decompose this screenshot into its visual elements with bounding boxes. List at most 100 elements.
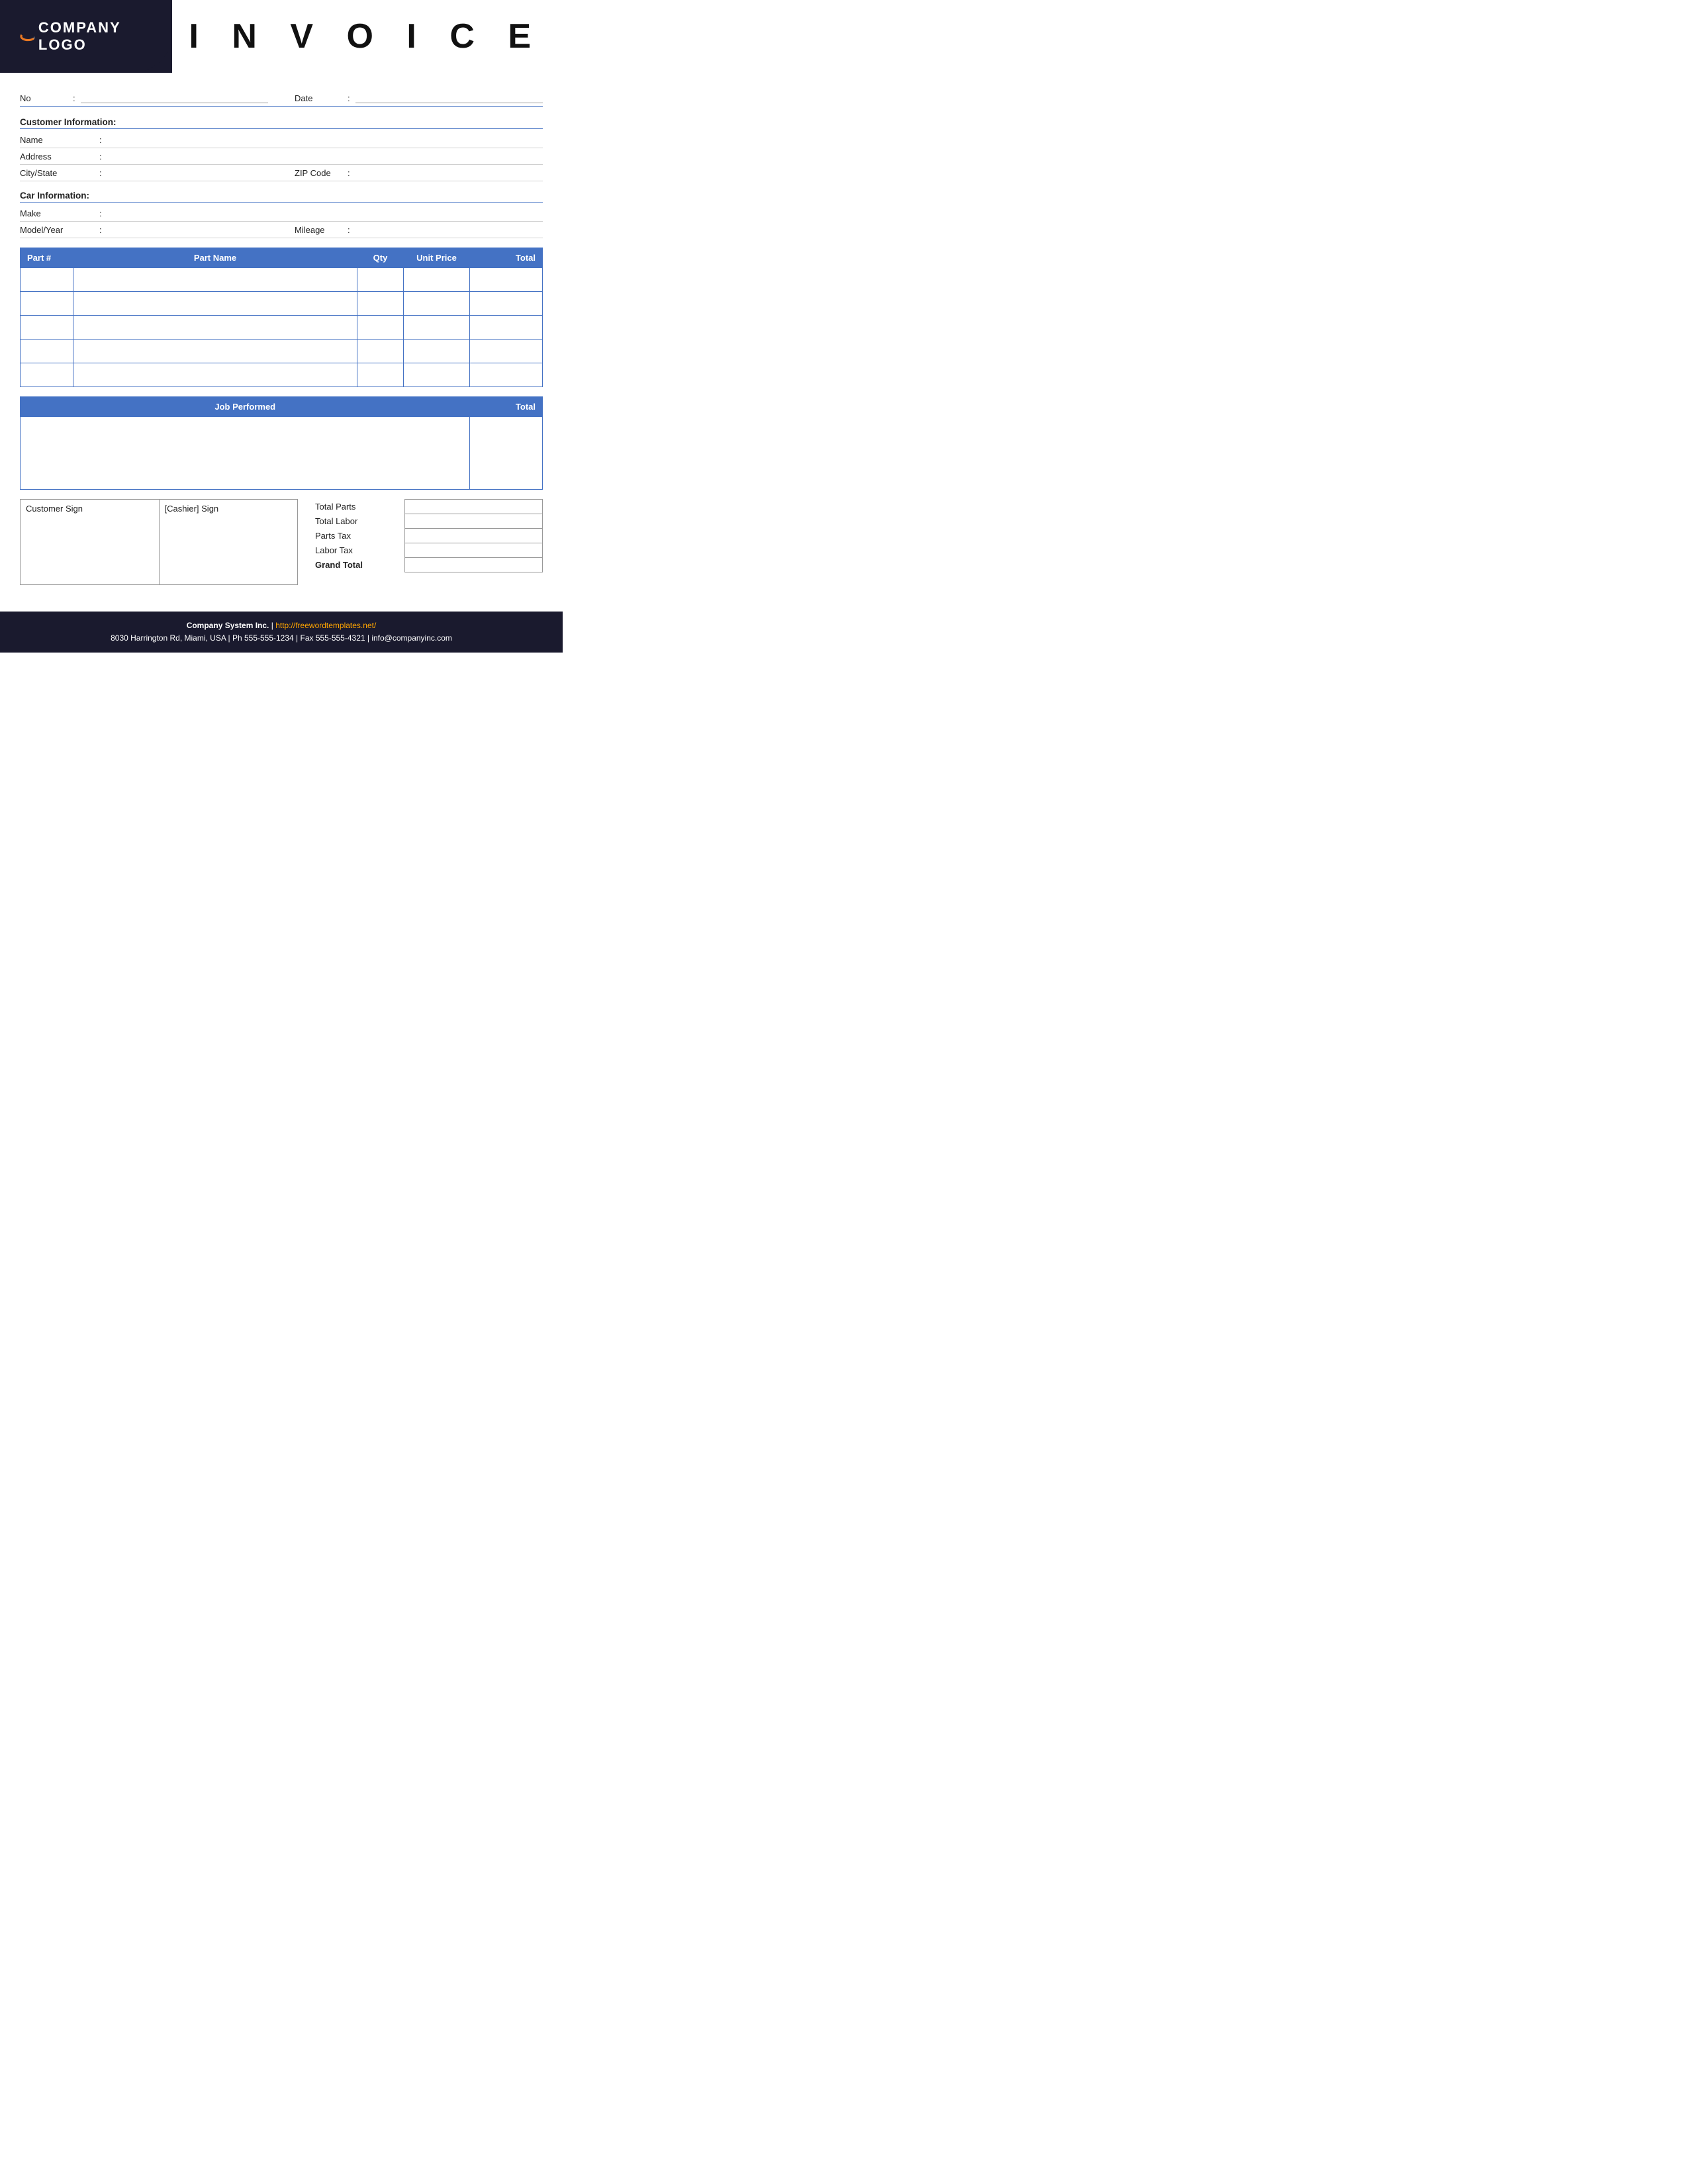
- car-model-mileage-row: Model/Year : Mileage :: [20, 222, 543, 238]
- parts-qty-3[interactable]: [357, 316, 404, 340]
- parts-table: Part # Part Name Qty Unit Price Total: [20, 248, 543, 387]
- footer-line-2: 8030 Harrington Rd, Miami, USA | Ph 555-…: [13, 632, 549, 645]
- customer-name-row: Name :: [20, 132, 543, 148]
- car-info-section: Car Information: Make : Model/Year : Mil…: [20, 191, 543, 238]
- job-header-total: Total: [470, 397, 543, 417]
- main-content: No : Date : Customer Information: Name :…: [0, 73, 563, 592]
- logo-area: COMPANY LOGO: [0, 0, 172, 73]
- job-total-cell[interactable]: [470, 417, 543, 490]
- parts-partname-3[interactable]: [73, 316, 357, 340]
- customer-name-colon: :: [99, 135, 102, 145]
- car-make-row: Make :: [20, 205, 543, 222]
- job-header-job: Job Performed: [21, 397, 470, 417]
- parts-qty-2[interactable]: [357, 292, 404, 316]
- customer-zip-group: ZIP Code :: [295, 165, 543, 181]
- car-mileage-colon: :: [348, 225, 350, 235]
- customer-zip-label: ZIP Code: [295, 168, 348, 178]
- customer-sign-box: Customer Sign: [20, 499, 159, 585]
- parts-total-2[interactable]: [470, 292, 543, 316]
- no-value-line[interactable]: [81, 93, 268, 103]
- parts-qty-4[interactable]: [357, 340, 404, 363]
- job-description-cell[interactable]: [21, 417, 470, 490]
- parts-partnum-2[interactable]: [21, 292, 73, 316]
- customer-zip-value[interactable]: [355, 167, 543, 178]
- parts-total-4[interactable]: [470, 340, 543, 363]
- car-model-value[interactable]: [107, 224, 268, 235]
- customer-name-label: Name: [20, 135, 99, 145]
- customer-city-value[interactable]: [107, 167, 268, 178]
- date-field-group: Date :: [295, 93, 543, 103]
- labor-tax-label: Labor Tax: [311, 543, 405, 558]
- sign-boxes-container: Customer Sign [Cashier] Sign: [20, 499, 298, 585]
- cashier-sign-box: [Cashier] Sign: [159, 499, 299, 585]
- total-labor-value[interactable]: [405, 514, 543, 529]
- company-logo: COMPANY LOGO: [13, 19, 159, 54]
- total-labor-row: Total Labor: [311, 514, 543, 529]
- parts-tax-value[interactable]: [405, 529, 543, 543]
- car-model-colon: :: [99, 225, 102, 235]
- customer-address-row: Address :: [20, 148, 543, 165]
- date-value-line[interactable]: [355, 93, 543, 103]
- parts-table-header-row: Part # Part Name Qty Unit Price Total: [21, 248, 543, 268]
- parts-partnum-3[interactable]: [21, 316, 73, 340]
- parts-partnum-5[interactable]: [21, 363, 73, 387]
- footer-company-name: Company System Inc.: [187, 621, 269, 630]
- parts-unitprice-2[interactable]: [404, 292, 470, 316]
- labor-tax-value[interactable]: [405, 543, 543, 558]
- parts-header-partname: Part Name: [73, 248, 357, 268]
- parts-partname-5[interactable]: [73, 363, 357, 387]
- customer-name-value[interactable]: [107, 134, 543, 145]
- parts-partnum-4[interactable]: [21, 340, 73, 363]
- page-footer: Company System Inc. | http://freewordtem…: [0, 612, 563, 653]
- parts-total-3[interactable]: [470, 316, 543, 340]
- parts-qty-1[interactable]: [357, 268, 404, 292]
- car-mileage-value[interactable]: [355, 224, 543, 235]
- footer-website-link[interactable]: http://freewordtemplates.net/: [275, 621, 376, 630]
- parts-qty-5[interactable]: [357, 363, 404, 387]
- car-model-group: Model/Year :: [20, 222, 268, 238]
- car-make-colon: :: [99, 208, 102, 218]
- page-header: COMPANY LOGO I N V O I C E: [0, 0, 563, 73]
- car-info-title: Car Information:: [20, 191, 543, 203]
- labor-tax-row: Labor Tax: [311, 543, 543, 558]
- grand-total-label: Grand Total: [311, 558, 405, 572]
- customer-sign-label: Customer Sign: [26, 504, 83, 514]
- parts-total-5[interactable]: [470, 363, 543, 387]
- no-colon: :: [73, 93, 75, 103]
- job-table: Job Performed Total: [20, 396, 543, 490]
- parts-partname-4[interactable]: [73, 340, 357, 363]
- parts-total-1[interactable]: [470, 268, 543, 292]
- cashier-sign-label: [Cashier] Sign: [165, 504, 219, 514]
- parts-partnum-1[interactable]: [21, 268, 73, 292]
- parts-tax-row: Parts Tax: [311, 529, 543, 543]
- customer-city-zip-row: City/State : ZIP Code :: [20, 165, 543, 181]
- grand-total-value[interactable]: [405, 558, 543, 572]
- table-row: [21, 340, 543, 363]
- totals-area: Total Parts Total Labor Parts Tax Labor …: [311, 499, 543, 572]
- table-row: [21, 292, 543, 316]
- invoice-title: I N V O I C E: [189, 17, 543, 56]
- car-make-label: Make: [20, 208, 99, 218]
- parts-unitprice-3[interactable]: [404, 316, 470, 340]
- totals-table: Total Parts Total Labor Parts Tax Labor …: [311, 499, 543, 572]
- parts-tax-label: Parts Tax: [311, 529, 405, 543]
- customer-city-label: City/State: [20, 168, 99, 178]
- no-field-group: No :: [20, 93, 268, 103]
- job-table-header-row: Job Performed Total: [21, 397, 543, 417]
- car-model-label: Model/Year: [20, 225, 99, 235]
- parts-unitprice-5[interactable]: [404, 363, 470, 387]
- bottom-section: Customer Sign [Cashier] Sign Total Parts…: [20, 499, 543, 585]
- total-parts-value[interactable]: [405, 500, 543, 514]
- table-row: [21, 268, 543, 292]
- parts-partname-2[interactable]: [73, 292, 357, 316]
- car-make-value[interactable]: [107, 208, 543, 218]
- logo-swoosh-icon: [13, 29, 34, 44]
- date-colon: :: [348, 93, 350, 103]
- total-parts-row: Total Parts: [311, 500, 543, 514]
- parts-unitprice-1[interactable]: [404, 268, 470, 292]
- customer-info-section: Customer Information: Name : Address : C…: [20, 117, 543, 181]
- table-row: [21, 417, 543, 490]
- parts-unitprice-4[interactable]: [404, 340, 470, 363]
- parts-partname-1[interactable]: [73, 268, 357, 292]
- customer-address-value[interactable]: [107, 151, 543, 161]
